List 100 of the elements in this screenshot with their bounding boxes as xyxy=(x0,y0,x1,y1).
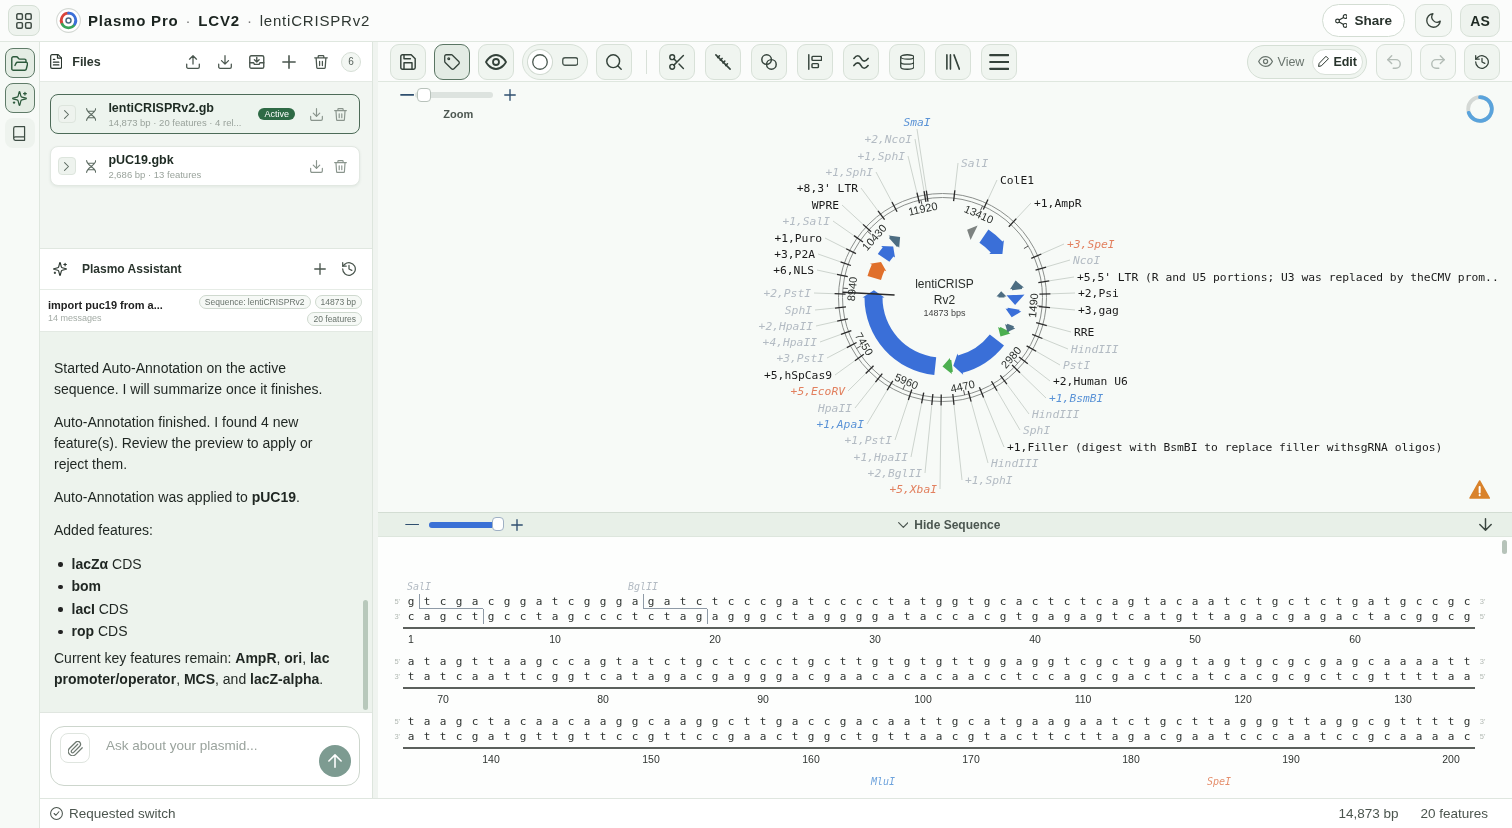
file-name: pUC19.gbk xyxy=(108,152,175,167)
position-label: 13410 xyxy=(962,202,996,226)
minus-icon xyxy=(405,523,420,526)
search-button[interactable] xyxy=(596,43,632,80)
history-icon xyxy=(342,262,356,276)
bullet-icon xyxy=(58,562,63,567)
enzyme-label: +3,PstI xyxy=(776,351,824,365)
enzyme-label: +1,HpaII xyxy=(853,450,908,464)
logo-icon xyxy=(56,8,81,33)
enzyme-label: BglII xyxy=(627,579,659,594)
feature-label: WPRE xyxy=(811,198,839,212)
feature-label: +5,5' LTR (R and U5 portions; U3 was replaced by theCMV prom.. xyxy=(1077,270,1499,284)
align-button[interactable] xyxy=(797,43,833,80)
file-name: lentiCRISPRv2.gb xyxy=(108,100,215,115)
redo-icon xyxy=(1431,54,1445,69)
context-chip: Sequence: lentiCRISPRv2 xyxy=(198,295,311,309)
arrow-down-icon xyxy=(1478,518,1492,531)
plus-icon xyxy=(511,518,524,531)
history-button[interactable] xyxy=(1464,43,1500,80)
chevron-right-icon xyxy=(64,109,70,119)
enzyme-label: +1,BsmBI xyxy=(1049,391,1104,405)
scroll-down-button[interactable] xyxy=(1477,515,1493,534)
dna-sequence: cagctgcctagccctctagagggctaggggataccacgtgagagtcatgttagacgagactacggcg xyxy=(406,608,1480,624)
session-title[interactable]: import puc19 from a... xyxy=(48,298,163,311)
chevron-down-icon xyxy=(897,521,909,528)
ruler-number: 80 xyxy=(597,691,609,707)
enzyme-label: SphI xyxy=(1023,423,1051,437)
dna-sequence: attcgatgttgttccgttccgaactggctgttaacgtacttcttagacgaatcccaatccgcaaaac xyxy=(406,728,1480,744)
apps-button[interactable] xyxy=(8,5,40,36)
share-icon xyxy=(1334,13,1348,28)
expand-button[interactable] xyxy=(58,157,76,175)
zoom-in-button[interactable] xyxy=(504,88,517,102)
feature-label: +2,Human U6 xyxy=(1053,374,1128,388)
mode-tab[interactable]: View xyxy=(1252,48,1311,75)
document-name: lentiCRISPRv2 xyxy=(259,12,371,29)
library-button[interactable] xyxy=(935,43,971,80)
enzyme-label: +2,BglII xyxy=(867,466,922,480)
scissors-button[interactable] xyxy=(659,43,695,80)
dna-sequence: gtcgacggatcgggagatctcccgatcccctatggtgcactctcagtacaatctgctctgatgccgc xyxy=(406,593,1480,609)
file-card[interactable]: pUC19.gbk 2,686 bp · 13 features xyxy=(50,146,360,186)
dna-sequence: taagctacaacaaggcaaggcttgaccgacaattgcatgaagaatctgcttagggttaggcgttttg xyxy=(406,713,1480,729)
enzyme-label: HpaII xyxy=(818,401,852,415)
feature-count: 20 features xyxy=(1420,806,1488,821)
feature-label: +3,P2A xyxy=(774,247,815,261)
menu-icon xyxy=(988,53,1010,70)
ruler-number: 40 xyxy=(1029,631,1041,647)
message-text: Current key features remain: AmpR, ori, lac promoter/operator, MCS, and lacZ-alpha. xyxy=(54,649,331,689)
check-circle-icon xyxy=(50,807,63,820)
ruler-icon xyxy=(715,53,731,70)
mode-tab[interactable]: Edit xyxy=(1312,48,1363,75)
message-text: Auto-Annotation was applied to pUC19. xyxy=(54,488,301,507)
zoom-in-button[interactable] xyxy=(511,517,524,532)
feature-label: +8,3' LTR xyxy=(796,181,858,195)
enzyme-label: NcoI xyxy=(1073,253,1101,267)
enzyme-label: +1,ApaI xyxy=(816,417,864,431)
file-card[interactable]: lentiCRISPRv2.gb 14,873 bp · 20 features · 4 rel... Active xyxy=(50,94,360,134)
books-icon xyxy=(945,53,961,70)
book-button[interactable] xyxy=(4,118,35,148)
file-count-badge: 6 xyxy=(341,51,361,72)
hide-sequence-button[interactable]: Hide Sequence xyxy=(897,513,1001,536)
tag-button[interactable] xyxy=(434,43,470,80)
enzyme-label: +2,PstI xyxy=(763,286,811,300)
feature-label: ColE1 xyxy=(1000,173,1034,187)
enzyme-label: SpeI xyxy=(1206,774,1232,789)
folder-button[interactable] xyxy=(4,48,35,78)
wave-button[interactable] xyxy=(843,43,879,80)
spinner-icon xyxy=(1466,95,1494,123)
document-icon xyxy=(50,54,63,69)
ruler-number: 90 xyxy=(757,691,769,707)
menu-button[interactable] xyxy=(981,43,1017,80)
chat-input[interactable]: Ask about your plasmid... xyxy=(50,726,360,786)
ruler-button[interactable] xyxy=(705,43,741,80)
eye-button[interactable] xyxy=(478,43,514,80)
enzyme-label: SalI xyxy=(406,579,432,594)
circles-button[interactable] xyxy=(751,43,787,80)
slider-thumb[interactable] xyxy=(492,516,505,531)
circle-view-button[interactable] xyxy=(528,49,552,74)
theme-button[interactable] xyxy=(1415,4,1452,37)
circle-icon xyxy=(532,53,548,70)
bullet-icon xyxy=(58,584,63,589)
ruler-number: 30 xyxy=(869,631,881,647)
sparkles-button[interactable] xyxy=(4,83,35,113)
feature-label: +1,AmpR xyxy=(1034,196,1082,210)
enzyme-label: HindIII xyxy=(1071,342,1119,356)
position-label: 8940 xyxy=(844,276,860,302)
pencil-icon xyxy=(1318,56,1330,67)
folder-icon xyxy=(10,55,29,71)
slider-thumb[interactable] xyxy=(417,88,432,102)
files-title: Files xyxy=(72,54,101,69)
book-icon xyxy=(13,125,26,141)
database-button[interactable] xyxy=(889,43,925,80)
share-button[interactable]: Share xyxy=(1321,4,1405,37)
attach-button[interactable] xyxy=(60,733,90,763)
save-button[interactable] xyxy=(390,43,426,80)
avatar[interactable]: AS xyxy=(1460,4,1500,37)
expand-button[interactable] xyxy=(58,105,76,123)
plasmid-name: Rv2 xyxy=(933,293,956,307)
scrollbar[interactable] xyxy=(1502,540,1507,554)
context-chip: 14873 bp xyxy=(314,295,362,309)
scrollbar[interactable] xyxy=(363,600,368,710)
